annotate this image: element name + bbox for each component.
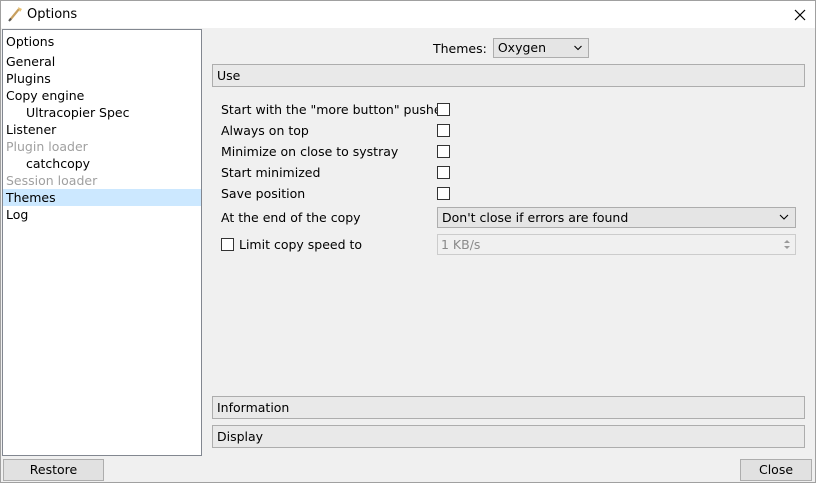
close-icon: [794, 9, 806, 21]
speed-spinbox[interactable]: 1 KB/s: [437, 234, 796, 255]
tree-item-copy-engine[interactable]: Copy engine: [3, 87, 201, 104]
speed-value: 1 KB/s: [441, 237, 481, 252]
spin-arrows-icon[interactable]: [781, 237, 793, 252]
section-use-header[interactable]: Use: [212, 64, 805, 87]
minimize-systray-label: Minimize on close to systray: [221, 144, 399, 159]
tree-item-themes[interactable]: Themes: [3, 189, 201, 206]
save-position-checkbox[interactable]: [437, 187, 450, 200]
always-on-top-checkbox[interactable]: [437, 124, 450, 137]
restore-defaults-button[interactable]: Restore Defaults: [3, 459, 104, 483]
chevron-down-icon: [779, 214, 789, 220]
save-position-label: Save position: [221, 186, 306, 201]
end-of-copy-value: Don't close if errors are found: [442, 210, 629, 225]
themes-select-value: Oxygen: [497, 40, 547, 55]
end-of-copy-select[interactable]: Don't close if errors are found: [437, 207, 796, 228]
tree-item-session-loader[interactable]: Session loader: [3, 172, 201, 189]
end-of-copy-label: At the end of the copy: [221, 210, 361, 225]
close-button[interactable]: Close: [740, 459, 812, 481]
themes-row: Themes: Oxygen: [433, 38, 589, 58]
section-information-header[interactable]: Information: [212, 396, 805, 419]
start-minimized-label: Start minimized: [221, 165, 321, 180]
section-display-header[interactable]: Display: [212, 425, 805, 448]
tree-item-options[interactable]: Options: [3, 33, 201, 50]
tree-item-ultracopier-spec[interactable]: Ultracopier Spec: [3, 104, 201, 121]
tree-item-plugin-loader[interactable]: Plugin loader: [3, 138, 201, 155]
limit-speed-checkbox[interactable]: [221, 238, 234, 251]
close-window-button[interactable]: [785, 1, 815, 29]
minimize-systray-checkbox[interactable]: [437, 145, 450, 158]
tree-item-plugins[interactable]: Plugins: [3, 70, 201, 87]
app-icon: [8, 7, 22, 22]
more-button-checkbox[interactable]: [437, 103, 450, 116]
limit-speed-label: Limit copy speed to: [239, 237, 363, 252]
themes-select[interactable]: Oxygen: [492, 38, 589, 58]
chevron-down-icon: [573, 45, 582, 51]
always-on-top-label: Always on top: [221, 123, 309, 138]
tree-item-general[interactable]: General: [3, 53, 201, 70]
tree-item-log[interactable]: Log: [3, 206, 201, 223]
more-button-label: Start with the "more button" pushed: [221, 102, 450, 117]
options-tree[interactable]: Options General Plugins Copy engine Ultr…: [2, 29, 202, 456]
title-bar: Options: [0, 0, 816, 28]
tree-item-listener[interactable]: Listener: [3, 121, 201, 138]
themes-label: Themes:: [433, 40, 487, 56]
tree-item-catchcopy[interactable]: catchcopy: [3, 155, 201, 172]
start-minimized-checkbox[interactable]: [437, 166, 450, 179]
window-title: Options: [27, 7, 78, 22]
